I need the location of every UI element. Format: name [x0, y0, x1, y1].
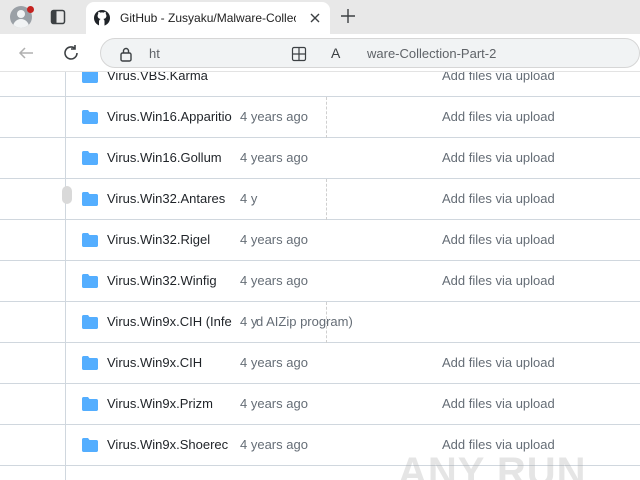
file-name-link[interactable]: Virus.Win32.Rigel [107, 232, 210, 247]
table-row[interactable]: Virus.Win32.Rigel 4 years ago Add files … [66, 220, 640, 261]
back-arrow-icon[interactable] [18, 45, 34, 61]
file-age: 4 years ago [240, 232, 308, 247]
tab-title: GitHub - Zusyaku/Malware-Collec [120, 11, 296, 25]
table-row[interactable]: Virus.VBS.Karma Add files via upload [66, 72, 640, 97]
table-row[interactable]: Virus.Win9x.CIH (Infe 4 y d AIZip progra… [66, 302, 640, 343]
file-name-link[interactable]: Virus.Win16.Gollum [107, 150, 222, 165]
folder-icon [82, 72, 98, 83]
file-name-link[interactable]: Virus.Win16.Apparitio [107, 109, 232, 124]
file-name-overflow: d AIZip program) [256, 314, 353, 329]
reload-icon[interactable] [62, 44, 80, 62]
browser-toolbar: ht A ware-Collection-Part-2 [0, 34, 640, 72]
table-row[interactable]: Virus.Win16.Apparitio 4 years ago Add fi… [66, 97, 640, 138]
read-aloud-icon[interactable]: A [331, 45, 340, 61]
file-age: 4 years ago [240, 109, 308, 124]
divider [326, 179, 327, 220]
app-grid-icon[interactable] [291, 46, 307, 62]
divider [326, 97, 327, 138]
file-age: 4 years ago [240, 273, 308, 288]
commit-message-link[interactable]: Add files via upload [442, 273, 555, 288]
left-pane [0, 72, 66, 480]
commit-message-link[interactable]: Add files via upload [442, 150, 555, 165]
folder-icon [82, 315, 98, 329]
folder-icon [82, 151, 98, 165]
commit-message-link[interactable]: Add files via upload [442, 191, 555, 206]
file-name-link[interactable]: Virus.Win9x.Shoerec [107, 437, 228, 452]
file-age: 4 years ago [240, 150, 308, 165]
folder-icon [82, 356, 98, 370]
commit-message-link[interactable]: Add files via upload [442, 72, 555, 83]
folder-icon [82, 438, 98, 452]
file-age: 4 years ago [240, 396, 308, 411]
file-list: Virus.VBS.Karma Add files via upload Vir… [0, 72, 640, 480]
lock-icon[interactable] [119, 46, 133, 62]
file-age: 4 years ago [240, 355, 308, 370]
new-tab-icon[interactable] [340, 8, 356, 24]
file-age: 4 years ago [240, 437, 308, 452]
commit-message-link[interactable]: Add files via upload [442, 396, 555, 411]
notification-dot [27, 6, 34, 13]
table-row[interactable]: Virus.Win9x.CIH 4 years ago Add files vi… [66, 343, 640, 384]
commit-message-link[interactable]: Add files via upload [442, 355, 555, 370]
commit-message-link[interactable]: Add files via upload [442, 109, 555, 124]
file-name-link[interactable]: Virus.Win9x.CIH [107, 355, 202, 370]
file-name-link[interactable]: Virus.Win32.Antares [107, 191, 225, 206]
folder-icon [82, 192, 98, 206]
anyrun-watermark: ANY RUN [398, 450, 587, 480]
table-row[interactable]: Virus.Win32.Antares 4 y Add files via up… [66, 179, 640, 220]
file-age: 4 y [240, 314, 258, 329]
folder-icon [82, 397, 98, 411]
address-bar[interactable]: ht A ware-Collection-Part-2 [100, 38, 640, 68]
file-name-link[interactable]: Virus.VBS.Karma [107, 72, 208, 83]
folder-icon [82, 110, 98, 124]
active-tab[interactable]: GitHub - Zusyaku/Malware-Collec [86, 2, 330, 34]
folder-icon [82, 233, 98, 247]
url-text-start: ht [149, 46, 160, 61]
tab-actions-icon[interactable] [50, 9, 66, 25]
commit-message-link[interactable]: Add files via upload [442, 232, 555, 247]
file-age: 4 y [240, 191, 258, 206]
file-name-link[interactable]: Virus.Win32.Winfig [107, 273, 217, 288]
divider [326, 302, 327, 343]
table-row[interactable]: Virus.Win9x.Prizm 4 years ago Add files … [66, 384, 640, 425]
table-row[interactable]: Virus.Win32.Winfig 4 years ago Add files… [66, 261, 640, 302]
github-icon [94, 10, 110, 26]
file-name-link[interactable]: Virus.Win9x.Prizm [107, 396, 213, 411]
folder-icon [82, 274, 98, 288]
url-text-end: ware-Collection-Part-2 [367, 46, 497, 61]
browser-tab-strip: GitHub - Zusyaku/Malware-Collec [0, 0, 640, 34]
table-row[interactable]: Virus.Win16.Gollum 4 years ago Add files… [66, 138, 640, 179]
close-tab-icon[interactable] [308, 11, 322, 25]
file-name-link[interactable]: Virus.Win9x.CIH (Infe [107, 314, 232, 329]
